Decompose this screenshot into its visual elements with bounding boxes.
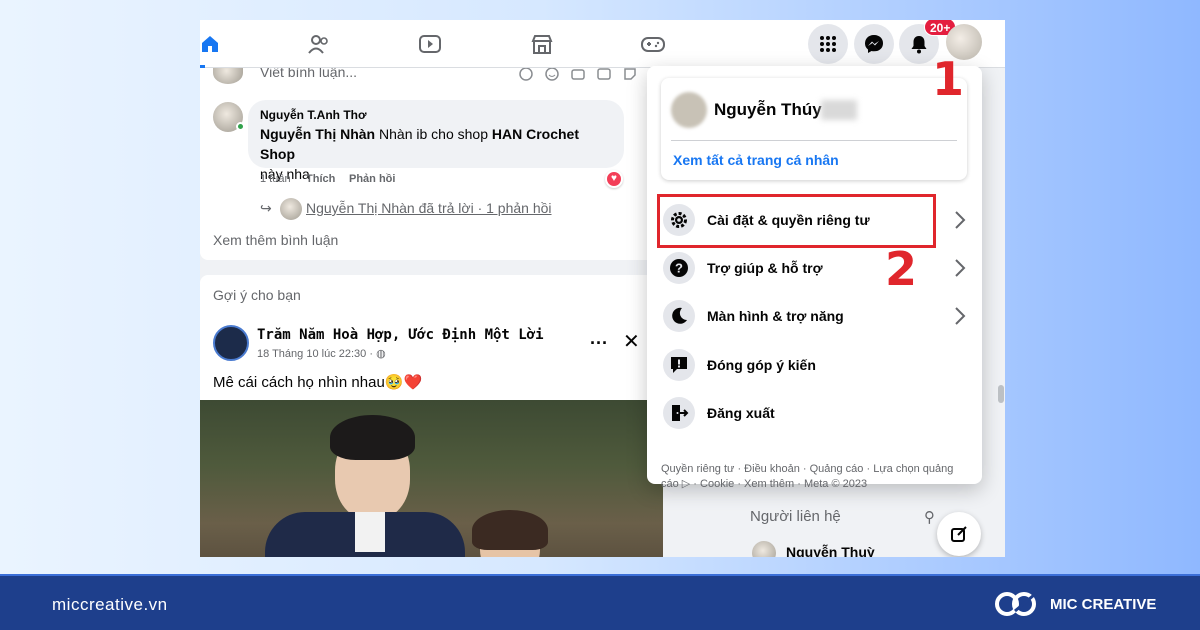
- profile-card[interactable]: Nguyễn Thúy Xem tất cả trang cá nhân: [661, 78, 967, 180]
- comment-tools: [518, 66, 638, 82]
- help-icon: ?: [663, 252, 695, 284]
- avatar-sticker-icon[interactable]: [518, 66, 534, 82]
- gamepad-icon: [641, 37, 665, 52]
- post-time[interactable]: 18 Tháng 10 lúc 22:30 · ◍: [257, 347, 386, 360]
- mic-creative-logo-icon: [995, 592, 1036, 616]
- comment-bubble: Nguyễn T.Anh Thơ Nguyễn Thị Nhàn Nhàn ib…: [248, 100, 624, 182]
- contacts-search-icon[interactable]: ⚲: [924, 508, 935, 526]
- view-replies-link[interactable]: Nguyễn Thị Nhàn đã trả lời · 1 phản hồi: [306, 200, 552, 216]
- chevron-right-icon: [955, 259, 966, 277]
- tab-watch[interactable]: [405, 26, 455, 62]
- friends-icon: [308, 35, 328, 54]
- post-page-name[interactable]: Trăm Năm Hoà Hợp, Ước Định Một Lời: [257, 327, 544, 343]
- close-icon[interactable]: ✕: [623, 329, 640, 354]
- moon-icon: [663, 300, 695, 332]
- profile-name[interactable]: Nguyễn Thúy: [714, 100, 822, 120]
- store-icon: [531, 35, 553, 54]
- comment-author[interactable]: Nguyễn T.Anh Thơ: [260, 108, 612, 122]
- sticker-icon[interactable]: [622, 66, 638, 82]
- menu-item-label: Đóng góp ý kiến: [707, 357, 816, 373]
- menu-item-help-support[interactable]: ? Trợ giúp & hỗ trợ: [661, 246, 967, 290]
- suggested-label: Gợi ý cho bạn: [213, 287, 301, 303]
- comment-time[interactable]: 1 tuần: [260, 173, 291, 185]
- step-2-marker: 2: [885, 242, 918, 296]
- post-photo[interactable]: [200, 400, 663, 557]
- menu-button[interactable]: [808, 24, 848, 64]
- logout-icon: [663, 397, 695, 429]
- new-message-button[interactable]: [937, 512, 981, 556]
- chevron-right-icon: [955, 307, 966, 325]
- menu-item-settings-privacy[interactable]: Cài đặt & quyền riêng tư: [657, 194, 967, 248]
- menu-item-give-feedback[interactable]: Đóng góp ý kiến: [661, 343, 967, 387]
- svg-text:?: ?: [675, 261, 683, 276]
- messenger-button[interactable]: [854, 24, 894, 64]
- smile-icon[interactable]: [544, 66, 560, 82]
- heart-reaction-icon: ♥: [605, 170, 623, 188]
- tab-friends[interactable]: [294, 26, 344, 62]
- comment-mention[interactable]: Nguyễn Thị Nhàn: [260, 126, 375, 142]
- video-icon: [419, 35, 441, 53]
- suggested-post-card: Gợi ý cho bạn Trăm Năm Hoà Hợp, Ước Định…: [200, 275, 663, 557]
- comment-text-1: Nhàn ib cho shop: [375, 126, 492, 142]
- contacts-heading: Người liên hệ: [750, 508, 841, 525]
- reply-arrow-icon: ↪: [260, 200, 272, 216]
- tab-gaming[interactable]: [628, 26, 678, 62]
- profile-name-blur: [821, 100, 857, 120]
- post-time-text: 18 Tháng 10 lúc 22:30 ·: [257, 348, 377, 360]
- highlight-box: [657, 194, 936, 248]
- menu-footer-links[interactable]: Quyền riêng tư · Điều khoản · Quảng cáo …: [661, 462, 961, 492]
- person-collar: [355, 512, 385, 552]
- online-dot: [236, 122, 245, 131]
- menu-item-log-out[interactable]: Đăng xuất: [661, 391, 967, 435]
- reply-avatar: [280, 198, 302, 220]
- brand-banner: miccreative.vn MIC CREATIVE: [0, 574, 1200, 630]
- bell-icon: [911, 36, 927, 54]
- menu-item-label: Màn hình & trợ năng: [707, 308, 844, 324]
- post-text: Mê cái cách họ nhìn nhau🥹❤️: [213, 374, 423, 391]
- camera-icon[interactable]: [570, 66, 586, 82]
- more-options-icon[interactable]: ···: [590, 333, 608, 354]
- menu-item-display-accessibility[interactable]: Màn hình & trợ năng: [661, 294, 967, 338]
- home-icon: [202, 36, 218, 52]
- chevron-right-icon: [955, 211, 966, 229]
- step-1-marker: 1: [932, 52, 965, 106]
- more-comments-link[interactable]: Xem thêm bình luận: [213, 232, 338, 248]
- messenger-icon: [865, 35, 883, 53]
- globe-icon: ◍: [376, 348, 386, 360]
- compose-icon: [951, 526, 967, 542]
- grid-menu-icon: [820, 36, 836, 52]
- scrollbar-thumb[interactable]: [998, 385, 1004, 403]
- account-dropdown-menu: Nguyễn Thúy Xem tất cả trang cá nhân Cài…: [647, 66, 982, 490]
- person-hair: [330, 415, 415, 460]
- brand-name: MIC CREATIVE: [1050, 596, 1157, 613]
- reply-link[interactable]: Phản hồi: [349, 173, 395, 185]
- feedback-icon: [663, 349, 695, 381]
- tab-home[interactable]: [200, 26, 235, 68]
- gif-icon[interactable]: [596, 66, 612, 82]
- facebook-screenshot: Viết bình luận... Nguyễn T.Anh Thơ Nguyễ…: [200, 20, 1005, 557]
- contact-name[interactable]: Nguyễn Thuỳ: [786, 544, 875, 557]
- like-link[interactable]: Thích: [306, 173, 335, 185]
- see-all-profiles-link[interactable]: Xem tất cả trang cá nhân: [673, 152, 839, 168]
- profile-divider: [671, 140, 957, 141]
- profile-avatar: [671, 92, 707, 128]
- menu-item-label: Đăng xuất: [707, 405, 775, 421]
- page-avatar[interactable]: [213, 325, 249, 361]
- person2-hair: [472, 510, 548, 550]
- site-url: miccreative.vn: [52, 595, 168, 614]
- menu-item-label: Trợ giúp & hỗ trợ: [707, 260, 823, 276]
- tab-marketplace[interactable]: [517, 26, 567, 62]
- top-navigation: 20+: [200, 20, 1005, 68]
- comments-card: Viết bình luận... Nguyễn T.Anh Thơ Nguyễ…: [200, 60, 663, 260]
